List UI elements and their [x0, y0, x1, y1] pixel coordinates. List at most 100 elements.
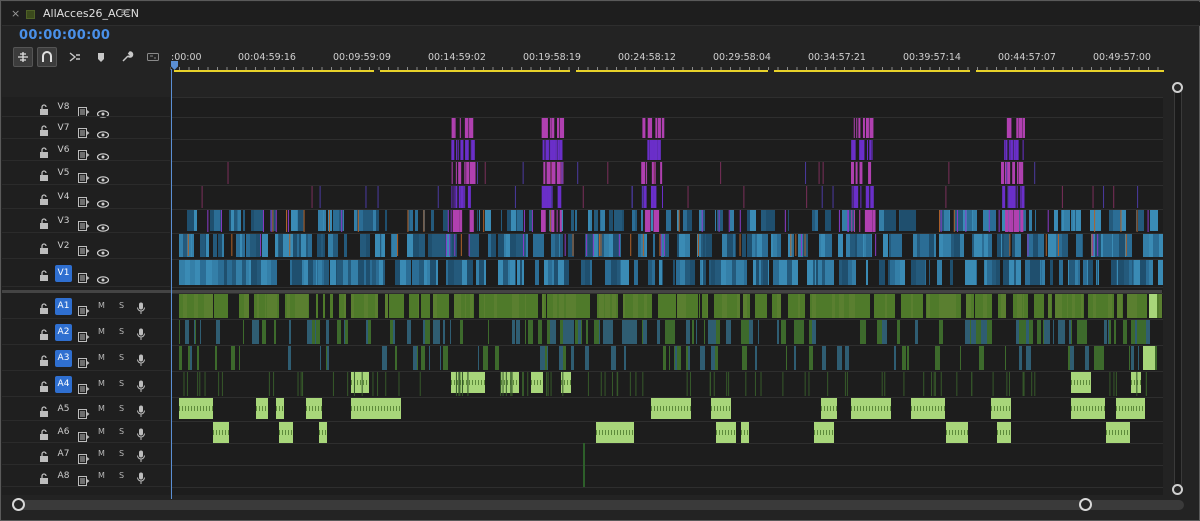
audio-waveform[interactable]	[614, 430, 615, 435]
audio-clip[interactable]	[625, 294, 628, 318]
title-clip[interactable]	[472, 162, 476, 184]
solo-track-button[interactable]: S	[119, 353, 124, 362]
audio-clip[interactable]	[277, 294, 279, 318]
audio-clip[interactable]	[1109, 372, 1111, 396]
audio-waveform[interactable]	[1086, 406, 1087, 411]
video-clip[interactable]	[1035, 210, 1036, 231]
track-target-v4[interactable]: V4	[55, 189, 72, 206]
video-clip[interactable]	[771, 234, 773, 257]
title-clip[interactable]	[548, 140, 550, 160]
mute-track-button[interactable]: M	[98, 449, 105, 458]
audio-clip[interactable]	[538, 320, 542, 344]
video-clip[interactable]	[283, 234, 288, 257]
video-clip[interactable]	[756, 260, 759, 285]
video-clip[interactable]	[316, 260, 317, 285]
video-clip[interactable]	[761, 260, 763, 285]
audio-clip[interactable]	[540, 346, 545, 370]
video-clip[interactable]	[794, 260, 798, 285]
video-clip[interactable]	[311, 186, 313, 208]
hamburger-menu-icon[interactable]: ≡	[120, 5, 130, 19]
video-clip[interactable]	[1042, 260, 1045, 285]
title-clip[interactable]	[872, 118, 874, 138]
video-clip[interactable]	[508, 260, 510, 285]
audio-clip[interactable]	[781, 320, 786, 344]
video-clip[interactable]	[510, 260, 515, 285]
video-clip[interactable]	[1071, 210, 1073, 231]
video-clip[interactable]	[807, 260, 813, 285]
title-clip[interactable]	[543, 186, 546, 208]
video-clip[interactable]	[379, 260, 383, 285]
track-lock-icon[interactable]	[39, 167, 49, 181]
video-clip[interactable]	[194, 210, 197, 231]
audio-clip[interactable]	[894, 346, 896, 370]
video-clip[interactable]	[218, 234, 222, 257]
video-clip[interactable]	[328, 234, 333, 257]
audio-clip[interactable]	[395, 346, 397, 370]
audio-clip[interactable]	[1082, 320, 1085, 344]
video-clip[interactable]	[948, 162, 950, 184]
audio-clip[interactable]	[663, 294, 666, 318]
video-clip[interactable]	[548, 260, 552, 285]
video-clip[interactable]	[560, 234, 563, 257]
audio-waveform[interactable]	[836, 406, 837, 411]
video-clip[interactable]	[1147, 210, 1149, 232]
video-clip[interactable]	[605, 260, 611, 285]
audio-clip[interactable]	[192, 294, 194, 318]
audio-waveform[interactable]	[866, 406, 867, 411]
title-clip[interactable]	[469, 210, 473, 232]
audio-waveform[interactable]	[1080, 406, 1081, 411]
audio-clip[interactable]	[956, 372, 958, 396]
video-clip[interactable]	[365, 186, 367, 208]
audio-clip[interactable]	[216, 346, 217, 370]
audio-clip[interactable]	[252, 320, 256, 344]
track-lock-icon[interactable]	[39, 352, 49, 366]
audio-clip[interactable]	[642, 294, 644, 318]
video-clip[interactable]	[192, 234, 194, 257]
audio-clip[interactable]	[290, 294, 295, 318]
video-clip[interactable]	[360, 234, 366, 257]
video-clip[interactable]	[1009, 260, 1014, 285]
audio-clip[interactable]	[971, 294, 974, 318]
video-clip[interactable]	[1121, 210, 1126, 231]
video-clip[interactable]	[341, 210, 343, 232]
audio-waveform[interactable]	[814, 430, 815, 435]
audio-clip[interactable]	[989, 294, 990, 318]
audio-clip[interactable]	[935, 346, 940, 370]
audio-waveform[interactable]	[666, 406, 667, 411]
audio-waveform[interactable]	[1134, 380, 1135, 385]
video-clip[interactable]	[558, 260, 564, 285]
audio-clip[interactable]	[265, 320, 266, 344]
video-clip[interactable]	[659, 234, 661, 256]
audio-clip[interactable]	[197, 346, 199, 370]
audio-clip[interactable]	[919, 294, 923, 318]
title-clip[interactable]	[1008, 210, 1010, 232]
video-clip[interactable]	[866, 260, 868, 285]
audio-waveform[interactable]	[1089, 380, 1090, 385]
audio-clip[interactable]	[483, 346, 484, 370]
audio-clip[interactable]	[1075, 294, 1078, 318]
audio-waveform[interactable]	[1106, 430, 1107, 435]
audio-clip[interactable]	[975, 294, 976, 318]
video-clip[interactable]	[609, 210, 613, 231]
audio-waveform[interactable]	[540, 380, 541, 385]
video-clip[interactable]	[1109, 210, 1113, 231]
audio-waveform[interactable]	[209, 406, 210, 411]
video-clip[interactable]	[822, 260, 825, 285]
audio-clip[interactable]	[672, 294, 676, 318]
audio-clip[interactable]	[1077, 320, 1082, 344]
audio-clip[interactable]	[187, 294, 192, 318]
audio-clip[interactable]	[578, 320, 581, 344]
video-clip[interactable]	[517, 210, 523, 231]
audio-clip[interactable]	[1081, 294, 1083, 318]
video-clip[interactable]	[1006, 162, 1008, 184]
video-clip[interactable]	[317, 234, 321, 257]
video-clip[interactable]	[395, 260, 400, 285]
video-clip[interactable]	[992, 260, 996, 285]
title-clip[interactable]	[646, 162, 648, 184]
audio-clip[interactable]	[554, 320, 556, 344]
title-clip[interactable]	[464, 162, 466, 184]
video-clip[interactable]	[1098, 260, 1099, 285]
title-clip[interactable]	[460, 186, 464, 208]
audio-clip[interactable]	[413, 346, 417, 370]
audio-clip[interactable]	[794, 346, 796, 370]
